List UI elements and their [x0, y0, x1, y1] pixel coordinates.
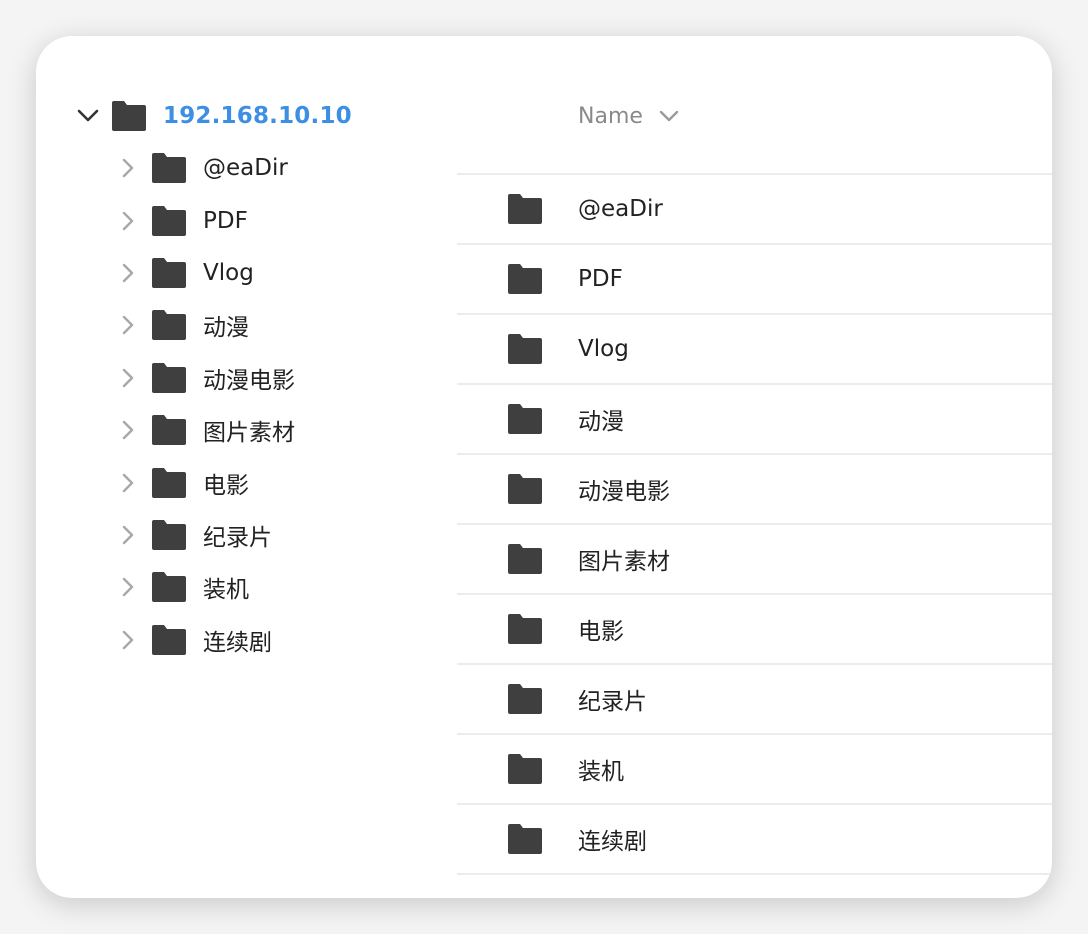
list-item-name: 电影	[578, 619, 624, 645]
folder-icon	[152, 415, 186, 446]
folder-icon	[508, 824, 542, 854]
tree-item-label: PDF	[203, 207, 248, 234]
chevron-right-icon[interactable]	[116, 471, 140, 495]
chevron-right-icon[interactable]	[116, 313, 140, 337]
list-item[interactable]: 连续剧	[457, 805, 1052, 875]
tree-item[interactable]: Vlog	[116, 247, 295, 299]
tree-root-item[interactable]: 192.168.10.10	[76, 94, 352, 138]
list-item-name: 连续剧	[578, 829, 647, 855]
file-browser-panel: 192.168.10.10 @eaDir PDF Vlog 动漫 动漫电影 图片素材 电影纪…	[36, 36, 1052, 898]
chevron-down-icon[interactable]	[659, 105, 681, 127]
list-item-name: @eaDir	[578, 196, 663, 222]
chevron-right-icon[interactable]	[116, 523, 140, 547]
tree-item[interactable]: 纪录片	[116, 509, 295, 561]
list-item[interactable]: Vlog	[457, 315, 1052, 385]
tree-item-label: 图片素材	[203, 420, 295, 447]
tree-item[interactable]: 装机	[116, 561, 295, 613]
file-list: Name @eaDir PDF Vlog 动漫动漫电影图片素材电影纪录片装机连续剧	[457, 36, 1052, 898]
folder-icon	[152, 572, 186, 603]
tree-item-label: 电影	[203, 472, 249, 499]
folder-icon	[152, 310, 186, 341]
list-item-name: PDF	[578, 266, 623, 292]
folder-icon	[152, 467, 186, 498]
folder-icon	[508, 754, 542, 784]
list-item[interactable]: 图片素材	[457, 525, 1052, 595]
list-item[interactable]: @eaDir	[457, 175, 1052, 245]
list-item-name: 装机	[578, 759, 624, 785]
tree-root-label: 192.168.10.10	[163, 103, 352, 129]
folder-icon	[508, 474, 542, 504]
chevron-right-icon[interactable]	[116, 156, 140, 180]
folder-icon	[152, 519, 186, 550]
tree-item[interactable]: 动漫电影	[116, 352, 295, 404]
chevron-right-icon[interactable]	[116, 628, 140, 652]
chevron-right-icon[interactable]	[116, 209, 140, 233]
tree-children: @eaDir PDF Vlog 动漫动漫电影图片素材电影纪录片装机连续剧	[116, 142, 295, 666]
list-item-name: 动漫	[578, 409, 624, 435]
tree-item[interactable]: 电影	[116, 456, 295, 508]
tree-item[interactable]: PDF	[116, 194, 295, 246]
folder-icon	[508, 614, 542, 644]
tree-item[interactable]: @eaDir	[116, 142, 295, 194]
tree-item-label: 动漫电影	[203, 367, 295, 394]
tree-item-label: 动漫	[203, 315, 249, 342]
folder-tree: 192.168.10.10 @eaDir PDF Vlog 动漫动漫电影图片素材电影纪…	[36, 36, 456, 898]
tree-item-label: 装机	[203, 577, 249, 604]
chevron-right-icon[interactable]	[116, 575, 140, 599]
chevron-down-icon[interactable]	[76, 104, 100, 128]
list-item[interactable]: PDF	[457, 245, 1052, 315]
list-item-name: Vlog	[578, 336, 629, 362]
chevron-right-icon[interactable]	[116, 366, 140, 390]
chevron-right-icon[interactable]	[116, 261, 140, 285]
file-list-rows: @eaDir PDF Vlog 动漫动漫电影图片素材电影纪录片装机连续剧	[457, 173, 1052, 875]
tree-item[interactable]: 连续剧	[116, 614, 295, 666]
folder-icon	[152, 153, 186, 184]
list-item[interactable]: 装机	[457, 735, 1052, 805]
tree-item-label: 连续剧	[203, 629, 272, 656]
list-item[interactable]: 电影	[457, 595, 1052, 665]
folder-icon	[112, 101, 146, 131]
chevron-right-icon[interactable]	[116, 418, 140, 442]
folder-icon	[152, 624, 186, 655]
tree-item-label: @eaDir	[203, 155, 288, 182]
folder-icon	[508, 544, 542, 574]
folder-icon	[508, 334, 542, 364]
list-item[interactable]: 纪录片	[457, 665, 1052, 735]
folder-icon	[152, 257, 186, 288]
folder-icon	[152, 362, 186, 393]
folder-icon	[508, 404, 542, 434]
name-column-header[interactable]: Name	[578, 98, 681, 134]
tree-item-label: Vlog	[203, 259, 254, 286]
list-item-name: 纪录片	[578, 689, 647, 715]
tree-item[interactable]: 图片素材	[116, 404, 295, 456]
tree-item-label: 纪录片	[203, 524, 272, 551]
tree-item[interactable]: 动漫	[116, 299, 295, 351]
name-column-label: Name	[578, 103, 643, 129]
folder-icon	[152, 205, 186, 236]
folder-icon	[508, 264, 542, 294]
list-item-name: 动漫电影	[578, 479, 670, 505]
list-item[interactable]: 动漫	[457, 385, 1052, 455]
folder-icon	[508, 194, 542, 224]
list-item-name: 图片素材	[578, 549, 670, 575]
folder-icon	[508, 684, 542, 714]
list-item[interactable]: 动漫电影	[457, 455, 1052, 525]
